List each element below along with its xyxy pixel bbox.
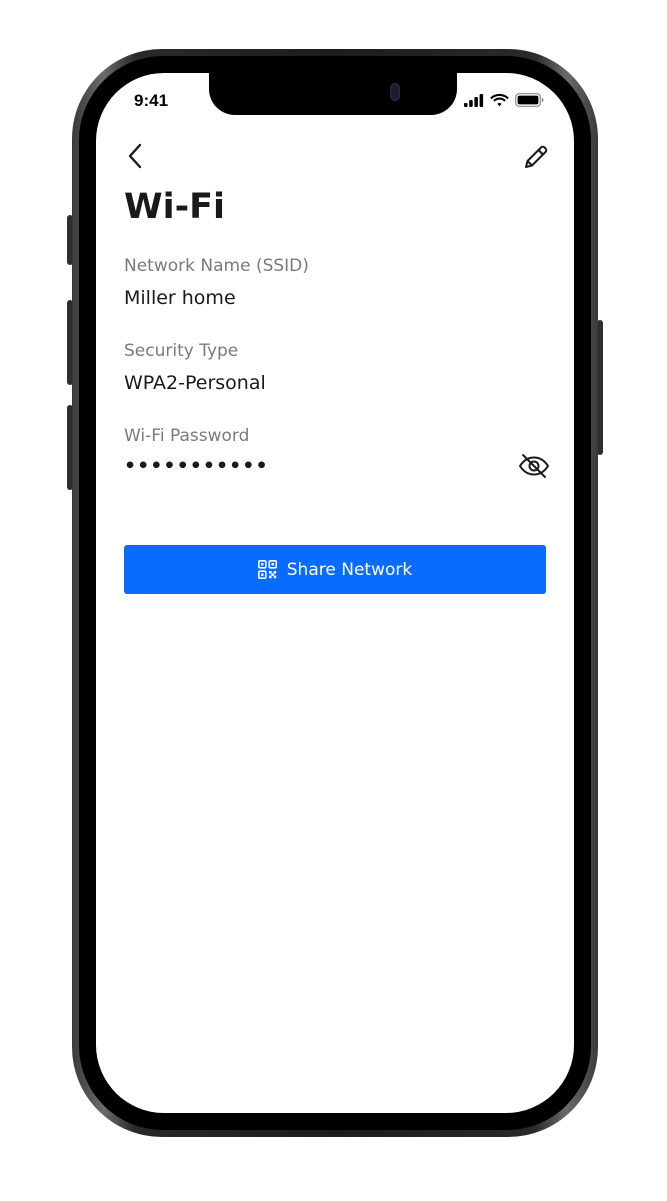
status-icons xyxy=(464,93,544,107)
password-visibility-toggle[interactable] xyxy=(516,448,552,484)
pencil-icon xyxy=(525,145,548,168)
front-camera xyxy=(390,83,400,101)
cellular-signal-icon xyxy=(464,93,484,107)
battery-icon xyxy=(515,93,544,107)
phone-screen: 9:41 Wi-Fi Network Name (SSID) Miller ho… xyxy=(96,73,574,1113)
ssid-label: Network Name (SSID) xyxy=(124,256,309,276)
security-type-label: Security Type xyxy=(124,341,239,361)
chevron-left-icon xyxy=(128,143,142,169)
password-value: ••••••••••• xyxy=(124,455,269,477)
page-title: Wi-Fi xyxy=(124,187,226,227)
wifi-icon xyxy=(490,93,509,107)
share-network-label: Share Network xyxy=(286,559,413,580)
qr-code-icon xyxy=(257,560,277,579)
edit-button[interactable] xyxy=(520,141,552,173)
back-button[interactable] xyxy=(120,141,150,171)
password-label: Wi-Fi Password xyxy=(124,426,250,446)
eye-off-icon xyxy=(519,454,549,478)
status-time: 9:41 xyxy=(134,91,169,110)
security-type-value: WPA2-Personal xyxy=(124,372,266,394)
ssid-value: Miller home xyxy=(124,287,236,309)
stage: 9:41 Wi-Fi Network Name (SSID) Miller ho… xyxy=(0,0,667,1201)
share-network-button[interactable]: Share Network xyxy=(124,545,546,594)
notch xyxy=(209,73,457,115)
